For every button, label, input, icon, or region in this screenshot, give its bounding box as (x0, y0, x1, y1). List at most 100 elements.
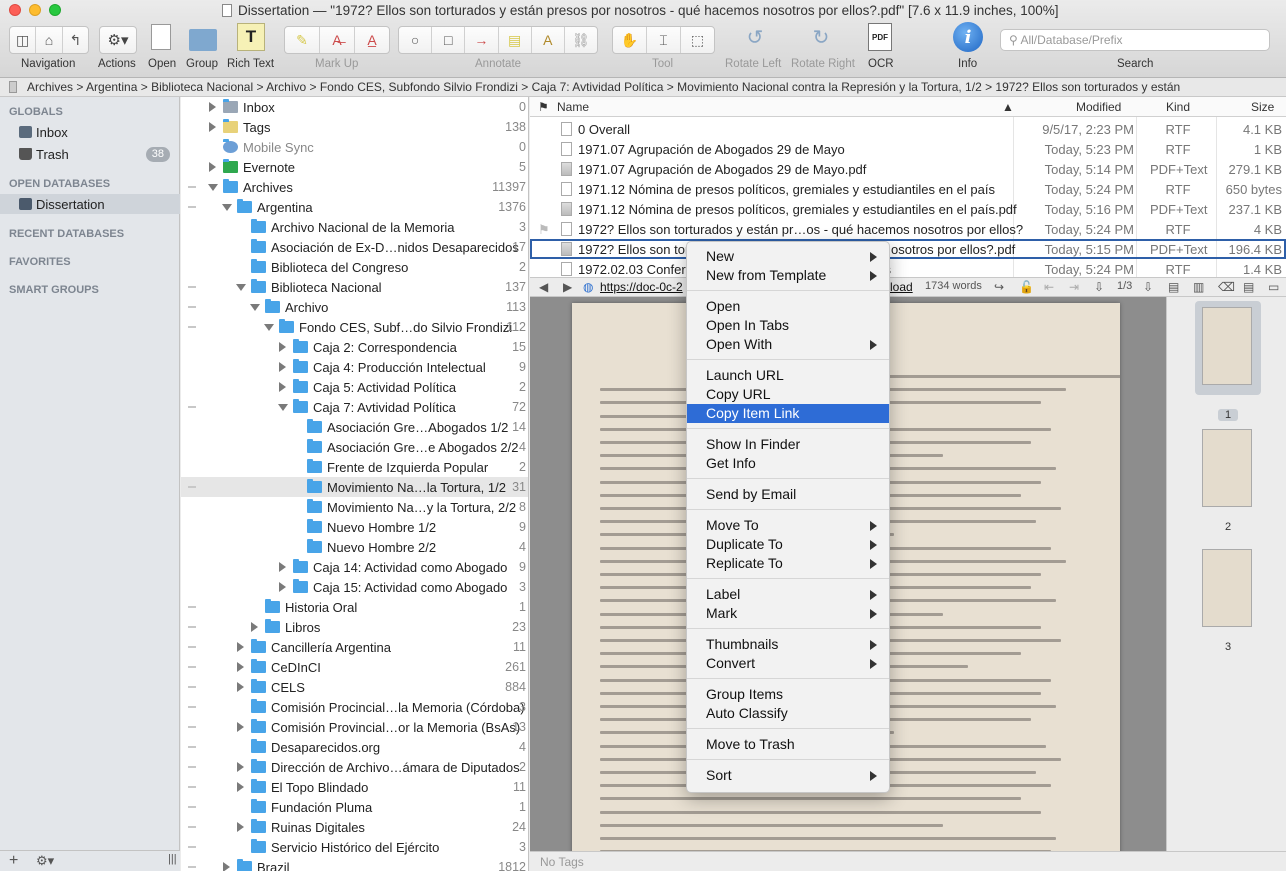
sidebar-item-dissertation[interactable]: Dissertation (0, 194, 180, 214)
tree-row[interactable]: CeDInCI 261 (181, 657, 528, 677)
disclosure-right-icon[interactable] (279, 362, 286, 372)
navigation-control[interactable]: ◫ ⌂ ↰ (9, 26, 89, 54)
disclosure-right-icon[interactable] (237, 782, 244, 792)
ocr-button[interactable]: PDF (866, 22, 894, 52)
tree-row[interactable]: Ruinas Digitales 24 (181, 817, 528, 837)
list-row[interactable]: 1972? Ellos son tor osotros por ellos?.pd… (530, 239, 1286, 259)
menu-item-move-to-trash[interactable]: Move to Trash (687, 735, 889, 754)
menu-item-thumbnails[interactable]: Thumbnails (687, 635, 889, 654)
disclosure-down-icon[interactable] (222, 204, 232, 211)
tree-row[interactable]: Nuevo Hombre 2/2 4 (181, 537, 528, 557)
menu-item-copy-item-link[interactable]: Copy Item Link (687, 404, 889, 423)
tree-row[interactable]: Dirección de Archivo…ámara de Diputados 2 (181, 757, 528, 777)
menu-item-new-from-template[interactable]: New from Template (687, 266, 889, 285)
disclosure-right-icon[interactable] (223, 862, 230, 871)
forward-history-icon[interactable]: ⇥ (1069, 280, 1079, 294)
sidebar-item-trash[interactable]: Trash 38 (0, 144, 180, 164)
trash-icon[interactable]: ⌫ (1218, 280, 1235, 294)
tree-row[interactable]: Evernote 5 (181, 157, 528, 177)
markup-control[interactable]: ✎ A̶ A̲ (284, 26, 390, 54)
column-header-modified[interactable]: Modified (1076, 100, 1121, 114)
highlight-icon[interactable]: ✎ (285, 27, 320, 53)
lock-icon[interactable]: 🔓 (1019, 280, 1034, 294)
back-history-icon[interactable]: ⇤ (1044, 280, 1054, 294)
list-row[interactable]: 0 Overall 9/5/17, 2:23 PM RTF 4.1 KB (530, 119, 1286, 139)
disclosure-right-icon[interactable] (237, 762, 244, 772)
menu-item-convert[interactable]: Convert (687, 654, 889, 673)
tree-row[interactable]: Asociación Gre…e Abogados 2/2 4 (181, 437, 528, 457)
tree-row[interactable]: Comisión Provincial…or la Memoria (BsAs)… (181, 717, 528, 737)
underline-icon[interactable]: A̲ (355, 27, 389, 53)
tree-row[interactable]: Frente de Izquierda Popular 2 (181, 457, 528, 477)
disclosure-right-icon[interactable] (237, 822, 244, 832)
hand-tool-icon[interactable]: ✋ (613, 27, 647, 53)
flag-column-icon[interactable]: ⚑ (538, 100, 549, 114)
view-single-icon[interactable]: ▤ (1168, 280, 1179, 294)
sidebar-header-recent-databases[interactable]: RECENT DATABASES (9, 228, 124, 240)
menu-item-move-to[interactable]: Move To (687, 516, 889, 535)
annotations-icon[interactable]: ▤ (1243, 280, 1254, 294)
sidebar-header-favorites[interactable]: FAVORITES (9, 256, 71, 268)
tree-row[interactable]: Archivo 113 (181, 297, 528, 317)
column-header-size[interactable]: Size (1251, 100, 1274, 114)
tree-row[interactable]: El Topo Blindado 11 (181, 777, 528, 797)
menu-item-auto-classify[interactable]: Auto Classify (687, 704, 889, 723)
sidebar-header-smart-groups[interactable]: SMART GROUPS (9, 284, 99, 296)
tree-row[interactable]: Tags 138 (181, 117, 528, 137)
page-previous-icon[interactable]: ⇩ (1094, 280, 1104, 294)
tree-row[interactable]: Caja 4: Producción Intelectual 9 (181, 357, 528, 377)
tree-row[interactable]: Desaparecidos.org 4 (181, 737, 528, 757)
share-icon[interactable]: ↪ (994, 280, 1004, 294)
disclosure-right-icon[interactable] (237, 642, 244, 652)
disclosure-right-icon[interactable] (279, 562, 286, 572)
flag-icon[interactable]: ⚑ (538, 222, 550, 238)
tree-row[interactable]: Caja 14: Actividad como Abogado 9 (181, 557, 528, 577)
search-input[interactable]: ⚲ All/Database/Prefix (1000, 29, 1270, 51)
tree-row[interactable]: CELS 884 (181, 677, 528, 697)
open-button[interactable] (149, 22, 173, 52)
disclosure-right-icon[interactable] (279, 382, 286, 392)
tree-row[interactable]: Libros 23 (181, 617, 528, 637)
tree-row[interactable]: Historia Oral 1 (181, 597, 528, 617)
rotate-left-button[interactable]: ↺ (740, 22, 770, 52)
tree-row[interactable]: Asociación Gre…Abogados 1/2 14 (181, 417, 528, 437)
disclosure-down-icon[interactable] (208, 184, 218, 191)
tree-row[interactable]: Servicio Histórico del Ejército 3 (181, 837, 528, 857)
tree-row[interactable]: Caja 15: Actividad como Abogado 3 (181, 577, 528, 597)
view-double-icon[interactable]: ▥ (1193, 280, 1204, 294)
disclosure-right-icon[interactable] (237, 722, 244, 732)
tree-row[interactable]: Caja 2: Correspondencia 15 (181, 337, 528, 357)
list-row[interactable]: 1972.02.03 ConferedosToday, 5:24 PMRTF1.… (530, 259, 1286, 277)
arrow-icon[interactable]: → (465, 27, 499, 53)
menu-item-show-in-finder[interactable]: Show In Finder (687, 435, 889, 454)
menu-item-replicate-to[interactable]: Replicate To (687, 554, 889, 573)
split-handle-icon[interactable]: ||| (168, 853, 177, 865)
disclosure-right-icon[interactable] (209, 122, 216, 132)
breadcrumb[interactable]: Archives > Argentina > Biblioteca Nacion… (0, 78, 1286, 97)
menu-item-get-info[interactable]: Get Info (687, 454, 889, 473)
rectangle-icon[interactable]: □ (432, 27, 466, 53)
previous-icon[interactable]: ◀ (539, 280, 548, 294)
gear-icon[interactable]: ⚙▾ (36, 853, 54, 869)
group-button[interactable] (188, 22, 218, 52)
menu-item-group-items[interactable]: Group Items (687, 685, 889, 704)
annotate-control[interactable]: ○ □ → ▤ A ⛓ (398, 26, 598, 54)
menu-item-duplicate-to[interactable]: Duplicate To (687, 535, 889, 554)
page-thumbnail[interactable] (1202, 307, 1252, 385)
tree-row[interactable]: Archivo Nacional de la Memoria 3 (181, 217, 528, 237)
tree-row[interactable]: Brazil 1812 (181, 857, 528, 871)
strikethrough-icon[interactable]: A̶ (320, 27, 355, 53)
tree-row[interactable]: Archives 11397 (181, 177, 528, 197)
list-row[interactable]: 1971.12 Nómina de presos políticos, grem… (530, 199, 1286, 219)
list-row[interactable]: 1971.12 Nómina de presos políticos, grem… (530, 179, 1286, 199)
tree-row[interactable]: Nuevo Hombre 1/2 9 (181, 517, 528, 537)
tool-control[interactable]: ✋ ⌶ ⬚ (612, 26, 715, 54)
tree-row[interactable]: Mobile Sync 0 (181, 137, 528, 157)
disclosure-right-icon[interactable] (237, 682, 244, 692)
url-link[interactable]: https://doc-0c-2 (600, 280, 683, 294)
disclosure-right-icon[interactable] (209, 162, 216, 172)
disclosure-right-icon[interactable] (237, 662, 244, 672)
menu-item-label[interactable]: Label (687, 585, 889, 604)
tree-row[interactable]: Argentina 1376 (181, 197, 528, 217)
info-button[interactable]: i (953, 22, 983, 52)
